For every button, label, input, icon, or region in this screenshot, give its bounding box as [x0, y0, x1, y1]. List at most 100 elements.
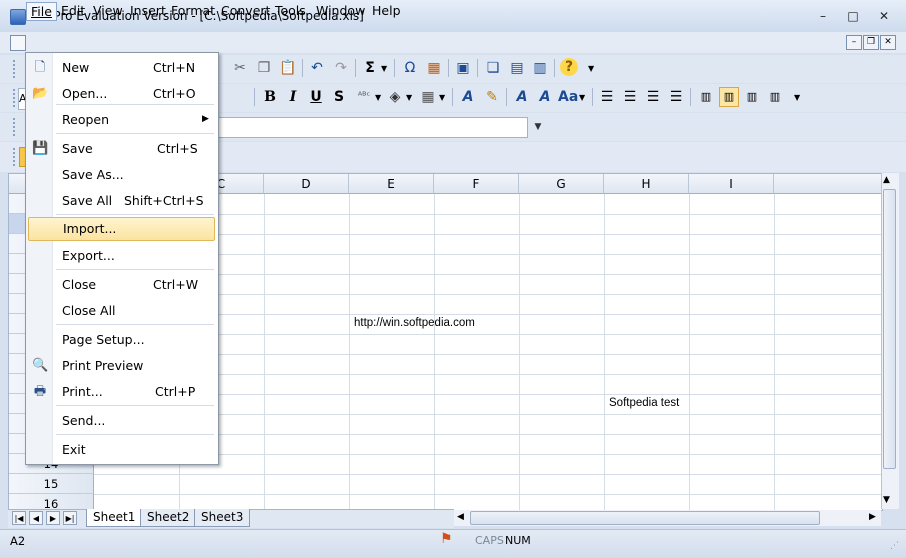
tile-vertical-icon[interactable]: ▥: [530, 58, 550, 78]
menu-item-exit[interactable]: Exit: [26, 438, 216, 462]
justify-icon[interactable]: ☰: [666, 87, 686, 107]
cell-d8[interactable]: http://win.softpedia.com: [354, 317, 475, 329]
prev-sheet-button[interactable]: ◀: [29, 511, 43, 525]
table-icon[interactable]: ▦: [424, 58, 444, 78]
toolbar-options-icon[interactable]: ▼: [588, 64, 594, 73]
menu-edit[interactable]: Edit: [57, 2, 89, 19]
menu-item-reopen[interactable]: Reopen ▶: [26, 108, 216, 132]
align-center-icon[interactable]: ☰: [620, 87, 640, 107]
menu-file[interactable]: File: [26, 2, 57, 21]
mdi-restore-button[interactable]: ❐: [863, 35, 879, 50]
scroll-up-icon[interactable]: ▲: [883, 175, 890, 185]
autosum-dropdown-icon[interactable]: ▼: [381, 64, 387, 73]
increase-font-icon[interactable]: A: [512, 87, 532, 107]
menu-item-new[interactable]: 🗋 New Ctrl+N: [26, 56, 216, 80]
font-color-icon[interactable]: A: [458, 87, 478, 107]
column-header-e[interactable]: E: [349, 174, 434, 194]
vertical-scroll-thumb[interactable]: [883, 189, 896, 469]
tile-horizontal-icon[interactable]: ▤: [507, 58, 527, 78]
spell-check-icon[interactable]: ᴬᴮᶜ: [354, 87, 374, 107]
mdi-minimize-button[interactable]: –: [846, 35, 862, 50]
fill-color-dropdown-icon[interactable]: ▼: [406, 93, 412, 102]
screen-icon[interactable]: ▣: [453, 58, 473, 78]
spell-dropdown-icon[interactable]: ▼: [375, 93, 381, 102]
text-case-dropdown-icon[interactable]: ▼: [579, 93, 585, 102]
menu-item-close[interactable]: Close Ctrl+W: [26, 273, 216, 297]
last-sheet-button[interactable]: ▶|: [63, 511, 77, 525]
copy-icon[interactable]: ❐: [254, 58, 274, 78]
vertical-justify-icon[interactable]: ▥: [765, 87, 785, 107]
next-sheet-button[interactable]: ▶: [46, 511, 60, 525]
row-header-15[interactable]: 15: [9, 474, 94, 494]
borders-icon[interactable]: ▦: [418, 87, 438, 107]
autosum-icon[interactable]: Σ: [360, 58, 380, 78]
formula-input[interactable]: [210, 117, 528, 138]
strikeout-button[interactable]: S: [329, 87, 349, 107]
document-icon[interactable]: [10, 35, 26, 51]
menu-help[interactable]: Help: [368, 2, 405, 19]
column-header-f[interactable]: F: [434, 174, 519, 194]
toolbar-grip[interactable]: [13, 60, 18, 78]
italic-button[interactable]: I: [283, 87, 303, 107]
menu-item-send[interactable]: Send...: [26, 409, 216, 433]
undo-icon[interactable]: ↶: [307, 58, 327, 78]
bold-button[interactable]: B: [260, 87, 280, 107]
scroll-down-icon[interactable]: ▼: [883, 495, 890, 505]
align-right-icon[interactable]: ☰: [643, 87, 663, 107]
underline-button[interactable]: U: [306, 87, 326, 107]
cell-g12[interactable]: Softpedia test: [609, 397, 679, 409]
menu-item-print-preview[interactable]: 🔍 Print Preview: [26, 354, 216, 378]
text-case-icon[interactable]: Aa: [558, 87, 578, 107]
vertical-align-top-icon[interactable]: ▥: [696, 87, 716, 107]
decrease-font-icon[interactable]: A: [535, 87, 555, 107]
menu-format[interactable]: Format: [167, 2, 219, 19]
column-header-g[interactable]: G: [519, 174, 604, 194]
menu-tools[interactable]: Tools: [271, 2, 310, 19]
mdi-close-button[interactable]: ✕: [880, 35, 896, 50]
menu-item-save[interactable]: 💾 Save Ctrl+S: [26, 137, 216, 161]
fill-color-icon[interactable]: ◈: [385, 87, 405, 107]
sheet-tab-sheet3[interactable]: Sheet3: [194, 509, 251, 527]
redo-icon[interactable]: ↷: [331, 58, 351, 78]
minimize-button[interactable]: –: [812, 8, 834, 24]
menu-window[interactable]: Window: [312, 2, 369, 19]
toolbar-options-icon[interactable]: ▼: [794, 93, 800, 102]
symbol-icon[interactable]: Ω: [400, 58, 420, 78]
menu-item-open[interactable]: 📂 Open... Ctrl+O: [26, 82, 216, 106]
scroll-left-icon[interactable]: ◀: [457, 512, 464, 522]
column-header-i[interactable]: I: [689, 174, 774, 194]
menu-convert[interactable]: Convert: [217, 2, 274, 19]
cut-icon[interactable]: ✂: [230, 58, 250, 78]
horizontal-scroll-thumb[interactable]: [470, 511, 820, 525]
menu-item-save-all[interactable]: Save All Shift+Ctrl+S: [26, 189, 216, 213]
menu-view[interactable]: View: [89, 2, 127, 19]
scroll-right-icon[interactable]: ▶: [869, 512, 876, 522]
vertical-align-bottom-icon[interactable]: ▥: [742, 87, 762, 107]
borders-dropdown-icon[interactable]: ▼: [439, 93, 445, 102]
app-icon[interactable]: [10, 9, 26, 25]
close-button[interactable]: ✕: [873, 8, 895, 24]
menu-item-page-setup[interactable]: Page Setup...: [26, 328, 216, 352]
toolbar-grip[interactable]: [13, 118, 18, 136]
menu-item-print[interactable]: 🖶 Print... Ctrl+P: [26, 380, 216, 404]
align-left-icon[interactable]: ☰: [597, 87, 617, 107]
formula-dropdown-icon[interactable]: ▼: [530, 117, 546, 138]
font-name-input[interactable]: A: [18, 88, 27, 110]
menu-item-export[interactable]: Export...: [26, 244, 216, 268]
menu-insert[interactable]: Insert: [126, 2, 170, 19]
paste-icon[interactable]: 📋: [278, 58, 298, 78]
column-header-j[interactable]: [774, 174, 882, 194]
menu-item-import[interactable]: Import...: [28, 217, 215, 241]
cascade-windows-icon[interactable]: ❏: [483, 58, 503, 78]
size-grip-icon[interactable]: ⋰: [890, 541, 899, 551]
menu-item-save-as[interactable]: Save As...: [26, 163, 216, 187]
vertical-align-middle-icon[interactable]: ▥: [719, 87, 739, 107]
sheet-tab-sheet2[interactable]: Sheet2: [140, 509, 197, 527]
maximize-button[interactable]: □: [842, 8, 864, 24]
sheet-tab-sheet1[interactable]: Sheet1: [86, 509, 143, 527]
column-header-d[interactable]: D: [264, 174, 349, 194]
column-header-h[interactable]: H: [604, 174, 689, 194]
format-painter-icon[interactable]: ✎: [482, 87, 502, 107]
toolbar-grip[interactable]: [13, 148, 18, 166]
menu-item-close-all[interactable]: Close All: [26, 299, 216, 323]
